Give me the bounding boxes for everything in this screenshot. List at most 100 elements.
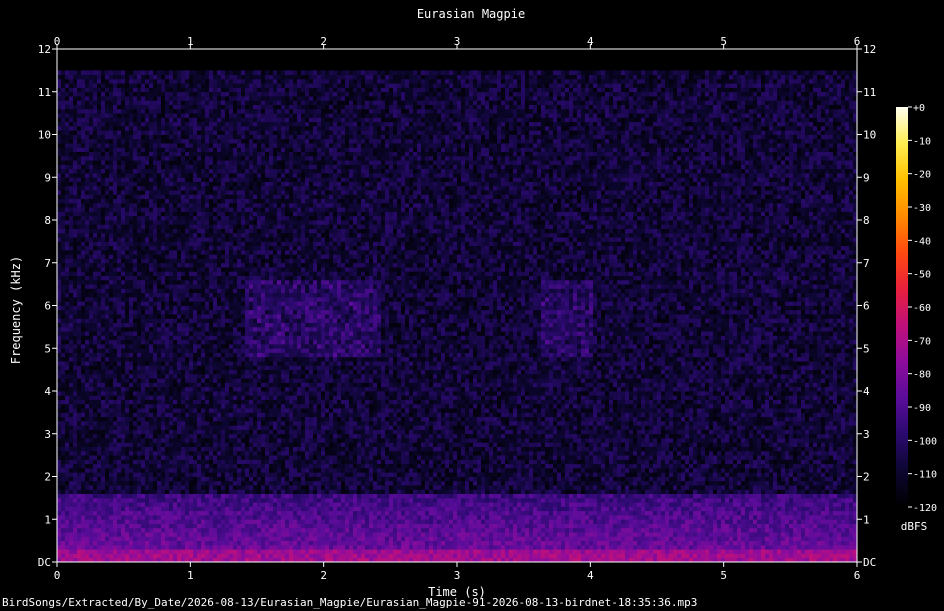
spectrogram-cell <box>617 519 621 524</box>
spectrogram-cell <box>249 519 253 524</box>
spectrogram-cell <box>285 532 289 537</box>
spectrogram-cell <box>169 549 173 554</box>
spectrogram-cell <box>197 541 201 546</box>
spectrogram-cell <box>225 549 229 554</box>
spectrogram-cell <box>105 536 109 541</box>
spectrogram-cell <box>601 528 605 533</box>
spectrogram-cell <box>297 536 301 541</box>
spectrogram-cell <box>841 532 845 537</box>
spectrogram-cell <box>777 532 781 537</box>
spectrogram-cell <box>249 553 253 558</box>
spectrogram-cell <box>485 536 489 541</box>
spectrogram-cell <box>793 541 797 546</box>
spectrogram-cell <box>661 553 665 558</box>
spectrogram-cell <box>89 541 93 546</box>
spectrogram-cell <box>625 553 629 558</box>
spectrogram-cell <box>701 532 705 537</box>
spectrogram-cell <box>437 519 441 524</box>
spectrogram-cell <box>509 549 513 554</box>
spectrogram-cell <box>621 545 625 550</box>
spectrogram-cell <box>733 524 737 529</box>
spectrogram-cell <box>513 532 517 537</box>
spectrogram-cell <box>485 553 489 558</box>
spectrogram-cell <box>261 553 265 558</box>
spectrogram-cell <box>613 545 617 550</box>
spectrogram-cell <box>241 519 245 524</box>
spectrogram-cell <box>193 541 197 546</box>
spectrogram-cell <box>585 528 589 533</box>
spectrogram-cell <box>133 549 137 554</box>
spectrogram-cell <box>153 519 157 524</box>
spectrogram-cell <box>301 528 305 533</box>
spectrogram-cell <box>153 528 157 533</box>
spectrogram-cell <box>501 536 505 541</box>
spectrogram-cell <box>493 541 497 546</box>
spectrogram-cell <box>257 549 261 554</box>
spectrogram-cell <box>109 532 113 537</box>
spectrogram-cell <box>593 519 597 524</box>
spectrogram-cell <box>561 541 565 546</box>
spectrogram-cell <box>81 528 85 533</box>
spectrogram-cell <box>453 532 457 537</box>
spectrogram-cell <box>305 528 309 533</box>
spectrogram-cell <box>497 553 501 558</box>
spectrogram-cell <box>269 519 273 524</box>
spectrogram-cell <box>441 532 445 537</box>
spectrogram-cell <box>653 528 657 533</box>
spectrogram-cell <box>733 541 737 546</box>
spectrogram-cell <box>565 519 569 524</box>
spectrogram-cell <box>113 536 117 541</box>
spectrogram-cell <box>665 532 669 537</box>
spectrogram-cell <box>189 536 193 541</box>
spectrogram-cell <box>241 528 245 533</box>
spectrogram-cell <box>569 536 573 541</box>
spectrogram-cell <box>73 553 77 558</box>
spectrogram-cell <box>629 541 633 546</box>
spectrogram-cell <box>745 524 749 529</box>
spectrogram-cell <box>357 532 361 537</box>
spectrogram-cell <box>137 553 141 558</box>
spectrogram-cell <box>565 541 569 546</box>
spectrogram-cell <box>569 553 573 558</box>
spectrogram-cell <box>545 524 549 529</box>
spectrogram-cell <box>673 549 677 554</box>
spectrogram-cell <box>349 553 353 558</box>
spectrogram-cell <box>221 545 225 550</box>
spectrogram-cell <box>433 541 437 546</box>
spectrogram-cell <box>437 541 441 546</box>
spectrogram-cell <box>113 545 117 550</box>
spectrogram-cell <box>625 528 629 533</box>
spectrogram-cell <box>665 519 669 524</box>
spectrogram-cell <box>377 528 381 533</box>
spectrogram-cell <box>117 541 121 546</box>
spectrogram-cell <box>405 536 409 541</box>
spectrogram-cell <box>385 549 389 554</box>
spectrogram-cell <box>305 545 309 550</box>
spectrogram-cell <box>533 541 537 546</box>
spectrogram-cell <box>497 524 501 529</box>
spectrogram-cell <box>273 541 277 546</box>
spectrogram-cell <box>417 524 421 529</box>
spectrogram-cell <box>389 519 393 524</box>
spectrogram-cell <box>629 532 633 537</box>
spectrogram-cell <box>777 541 781 546</box>
spectrogram-cell <box>341 532 345 537</box>
spectrogram-cell <box>377 519 381 524</box>
spectrogram-cell <box>549 528 553 533</box>
spectrogram-cell <box>381 532 385 537</box>
spectrogram-cell <box>745 545 749 550</box>
spectrogram-cell <box>329 549 333 554</box>
spectrogram-cell <box>701 545 705 550</box>
spectrogram-cell <box>633 528 637 533</box>
spectrogram-cell <box>493 519 497 524</box>
spectrogram-cell <box>605 524 609 529</box>
spectrogram-cell <box>705 541 709 546</box>
spectrogram-cell <box>597 541 601 546</box>
spectrogram-cell <box>365 541 369 546</box>
spectrogram-cell <box>341 528 345 533</box>
spectrogram-cell <box>781 549 785 554</box>
spectrogram-cell <box>513 528 517 533</box>
spectrogram-cell <box>421 519 425 524</box>
spectrogram-cell <box>333 553 337 558</box>
spectrogram-cell <box>281 536 285 541</box>
